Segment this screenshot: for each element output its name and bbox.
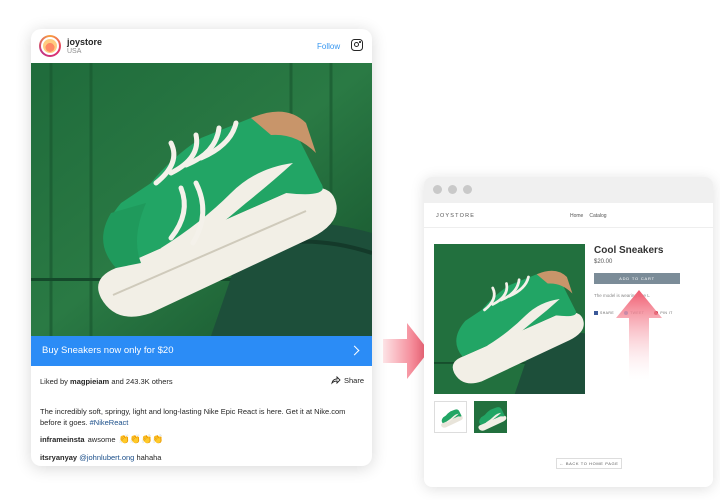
post-header: joystore USA Follow [31, 29, 372, 63]
sneaker-photo [434, 244, 585, 394]
instagram-icon[interactable] [351, 39, 363, 51]
product-price: $20.00 [594, 259, 613, 265]
share-button[interactable]: Share [331, 375, 364, 385]
nav-home-link[interactable]: Home [570, 213, 583, 219]
follow-button[interactable]: Follow [317, 42, 340, 51]
likes-prefix: Liked by [40, 377, 68, 386]
up-arrow-icon [616, 290, 662, 380]
comment-text: awsome [87, 435, 116, 444]
facebook-icon [594, 311, 598, 315]
share-label: SHARE [600, 311, 615, 315]
sneaker-thumbnail [474, 401, 507, 433]
sneaker-thumbnail [435, 404, 466, 430]
back-to-home-button[interactable]: ← BACK TO HOME PAGE [556, 458, 622, 469]
product-thumbnail[interactable] [434, 401, 467, 433]
location: USA [67, 48, 82, 55]
avatar[interactable] [39, 35, 61, 57]
store-browser-window: JOYSTORE Home Catalog Cool Sneakers $20.… [424, 177, 713, 487]
share-arrow-icon [331, 375, 341, 385]
comment-row: itsryanyay @johnlubert.ong hahaha [40, 453, 161, 462]
pin-label: PIN IT [660, 311, 673, 315]
share-label: Share [344, 375, 365, 385]
username[interactable]: joystore [67, 37, 102, 47]
product-title: Cool Sneakers [594, 245, 664, 256]
product-thumbnail[interactable] [474, 401, 507, 433]
comment-mention[interactable]: @johnlubert.ong [79, 453, 134, 462]
browser-title-bar [424, 177, 713, 203]
comment-user[interactable]: itsryanyay [40, 453, 77, 462]
comment-user[interactable]: inframeinsta [40, 435, 85, 444]
likes-suffix: and 243.3K others [111, 377, 173, 386]
product-main-image[interactable] [434, 244, 585, 394]
store-nav: Home Catalog [570, 213, 607, 219]
likes-user[interactable]: magpieiam [70, 377, 109, 386]
add-to-cart-button[interactable]: ADD TO CART [594, 273, 680, 284]
likes-line: Liked by magpieiam and 243.3K others [40, 377, 173, 386]
facebook-share-button[interactable]: SHARE [594, 311, 614, 315]
post-caption: The incredibly soft, springy, light and … [40, 407, 365, 428]
hashtag-link[interactable]: #NikeReact [90, 418, 129, 427]
chevron-right-icon [349, 345, 360, 356]
store-logo[interactable]: JOYSTORE [436, 213, 475, 219]
nav-catalog-link[interactable]: Catalog [589, 213, 606, 219]
buy-now-bar[interactable]: Buy Sneakers now only for $20 [31, 336, 372, 366]
window-minimize-dot[interactable] [448, 185, 457, 194]
window-maximize-dot[interactable] [463, 185, 472, 194]
header-divider [424, 227, 713, 228]
comment-row: inframeinsta awsome 👏👏👏👏 [40, 434, 163, 445]
comment-text: hahaha [136, 453, 162, 462]
window-close-dot[interactable] [433, 185, 442, 194]
transition-arrow-icon [383, 323, 429, 379]
buy-now-text: Buy Sneakers now only for $20 [42, 345, 174, 356]
post-photo[interactable] [31, 63, 372, 336]
caption-text: The incredibly soft, springy, light and … [40, 407, 346, 427]
instagram-post-card: joystore USA Follow Buy Sneakers now onl… [31, 29, 372, 466]
clap-emoji: 👏👏👏👏 [118, 434, 164, 444]
sneaker-photo [31, 63, 372, 336]
